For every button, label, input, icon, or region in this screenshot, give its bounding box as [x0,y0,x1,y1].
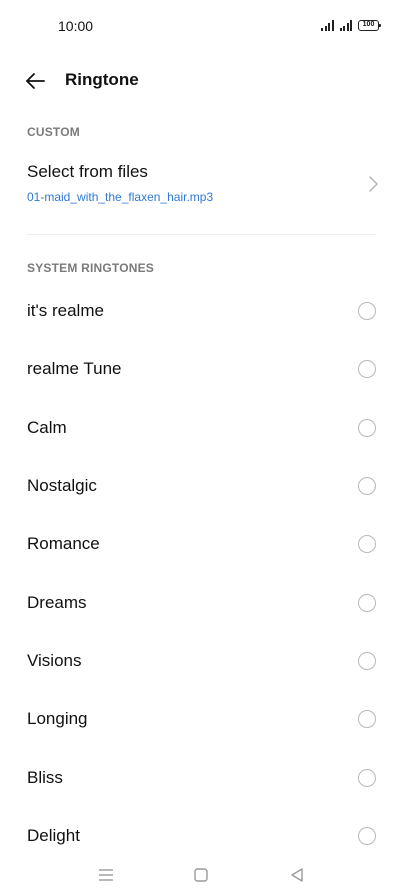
screen: 10:00 100 Ringtone CUSTOM Select from fi… [0,0,403,896]
arrow-left-icon [26,73,45,89]
ringtone-item[interactable]: Bliss [0,748,403,806]
radio-button[interactable] [358,826,376,845]
navigation-bar [0,854,403,896]
ringtone-item[interactable]: realme Tune [0,340,403,398]
status-bar: 10:00 100 [0,0,403,54]
back-triangle-icon [291,868,303,882]
ringtone-label: Longing [27,709,88,729]
selected-file-name: 01-maid_with_the_flaxen_hair.mp3 [27,190,214,204]
home-button[interactable] [190,864,212,886]
ringtone-item[interactable]: Nostalgic [0,457,403,515]
ringtone-label: Visions [27,650,82,670]
ringtone-label: Romance [27,534,100,554]
status-icons: 100 [321,20,381,31]
battery-icon: 100 [358,20,381,31]
ringtone-item[interactable]: Visions [0,632,403,690]
radio-button[interactable] [358,477,376,496]
divider [27,234,376,235]
section-header-custom: CUSTOM [27,125,80,139]
signal-icon-2 [339,20,352,31]
chevron-right-icon [369,176,378,192]
section-header-system-ringtones: SYSTEM RINGTONES [27,261,154,275]
ringtone-label: realme Tune [27,359,122,379]
radio-button[interactable] [358,418,376,437]
ringtone-label: Calm [27,417,67,437]
radio-button[interactable] [358,535,376,554]
ringtone-item[interactable]: it's realme [0,282,403,340]
system-back-button[interactable] [286,864,308,886]
ringtone-list: it's realme realme Tune Calm Nostalgic R… [0,282,403,865]
ringtone-label: Delight [27,825,80,845]
page-title: Ringtone [65,70,139,89]
ringtone-label: Dreams [27,592,87,612]
radio-button[interactable] [358,651,376,670]
ringtone-item[interactable]: Romance [0,515,403,573]
select-from-files-item[interactable]: Select from files 01-maid_with_the_flaxe… [0,152,403,218]
ringtone-item[interactable]: Longing [0,690,403,748]
ringtone-item[interactable]: Dreams [0,573,403,631]
ringtone-label: Nostalgic [27,476,97,496]
radio-button[interactable] [358,302,376,321]
home-icon [194,868,208,882]
menu-icon [99,869,113,881]
signal-icon [321,20,334,31]
status-time: 10:00 [58,18,94,34]
select-from-files-label: Select from files [27,162,148,181]
recents-button[interactable] [95,864,117,886]
radio-button[interactable] [358,710,376,729]
back-button[interactable] [18,64,52,98]
radio-button[interactable] [358,360,376,379]
radio-button[interactable] [358,768,376,787]
ringtone-label: it's realme [27,301,104,321]
ringtone-item[interactable]: Calm [0,399,403,457]
header: Ringtone [0,58,403,102]
radio-button[interactable] [358,593,376,612]
ringtone-label: Bliss [27,767,63,787]
